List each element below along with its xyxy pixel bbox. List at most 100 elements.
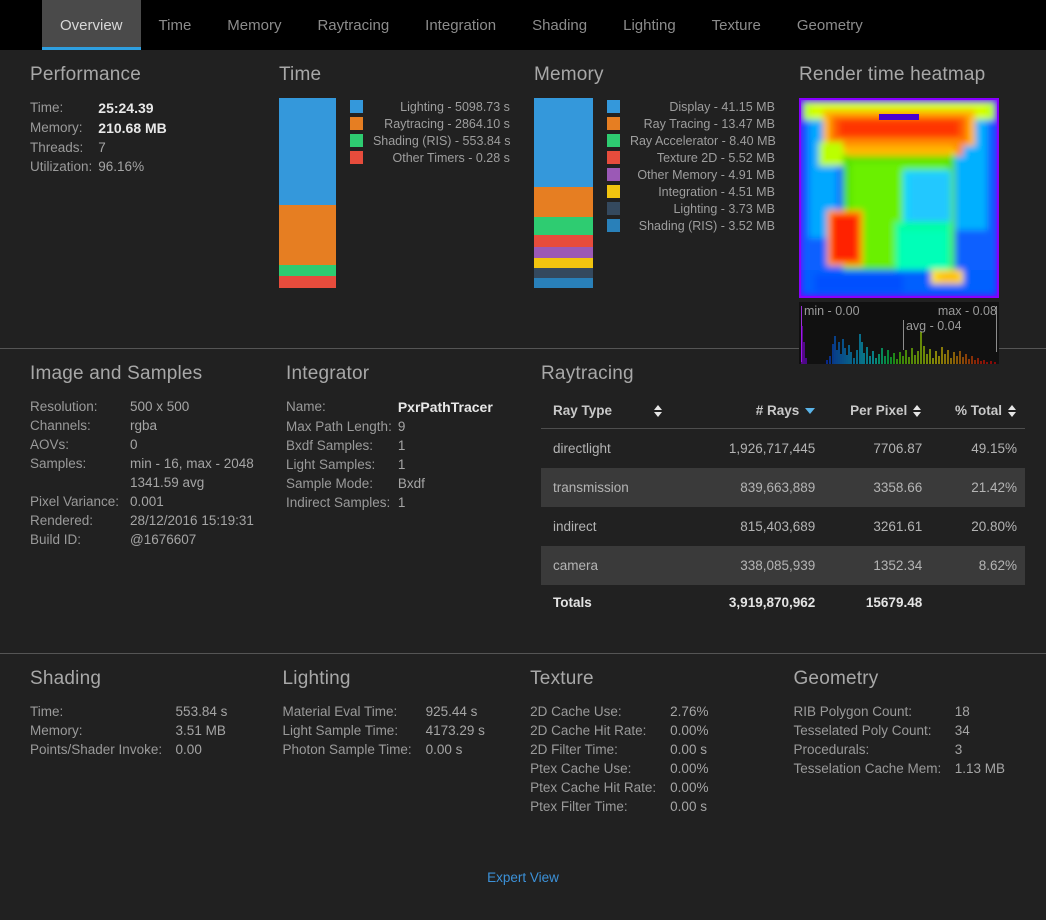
- legend-swatch-icon: [349, 134, 363, 147]
- memory-chart: Display - 41.15 MB Ray Tracing - 13.47 M…: [533, 98, 776, 288]
- integrator-title: Integrator: [286, 363, 370, 384]
- sort-both-icon[interactable]: [1008, 404, 1017, 417]
- legend-item: Ray Accelerator - 8.40 MB: [606, 132, 776, 149]
- table-row[interactable]: camera 338,085,939 1352.34 8.62%: [541, 546, 1025, 585]
- field-value: 1.13 MB: [954, 761, 1006, 776]
- tab-geometry[interactable]: Geometry: [779, 0, 881, 50]
- column-header-per-pixel[interactable]: Per Pixel: [823, 397, 931, 429]
- legend-swatch-icon: [349, 100, 363, 113]
- tab-label: Geometry: [796, 16, 863, 34]
- memory-segment-ray-accelerator: [533, 216, 593, 236]
- row-pixel-variance: Pixel Variance: 0.001: [30, 492, 254, 511]
- field-key: Channels:: [30, 418, 91, 433]
- field-key: Photon Sample Time:: [282, 742, 412, 757]
- table-row[interactable]: transmission 839,663,889 3358.66 21.42%: [541, 468, 1025, 507]
- row-samples-avg: 1341.59 avg: [30, 473, 254, 492]
- time-title: Time: [278, 64, 322, 85]
- row-bxdf-samples: Bxdf Samples: 1: [286, 436, 493, 455]
- field-value: rgba: [130, 418, 158, 433]
- legend-swatch-icon: [349, 117, 363, 130]
- memory-segment-texture2d: [533, 235, 593, 248]
- histogram-min-label: min - 0.00: [803, 304, 860, 318]
- tab-lighting[interactable]: Lighting: [605, 0, 694, 50]
- field-value: 925.44 s: [425, 704, 478, 719]
- performance-value: 7: [98, 140, 106, 155]
- field-value: 2.76%: [670, 704, 709, 719]
- legend-item: Integration - 4.51 MB: [606, 183, 775, 200]
- field-value: 0: [130, 437, 138, 452]
- row-ptex-filter-time: Ptex Filter Time: 0.00 s: [530, 797, 740, 816]
- table-header-row: Ray Type # Rays Per Pixel % Total: [541, 397, 1025, 429]
- tab-integration[interactable]: Integration: [407, 0, 514, 50]
- field-key: Ptex Filter Time:: [530, 799, 628, 814]
- memory-segment-other: [533, 247, 593, 259]
- field-value: 1: [397, 457, 406, 472]
- time-chart: Lighting - 5098.73 s Raytracing - 2864.1…: [278, 98, 511, 288]
- tab-label: Raytracing: [317, 16, 390, 34]
- heatmap-histogram: min - 0.00 max - 0.08 avg - 0.04: [798, 302, 999, 364]
- raytracing-panel: Raytracing Ray Type # Rays Per Pixel % T…: [527, 349, 1026, 653]
- cell-rays: 815,403,689: [740, 519, 816, 534]
- performance-row-memory: Memory: 210.68 MB: [30, 118, 167, 138]
- cell-ray-type: indirect: [553, 519, 597, 534]
- lighting-title: Lighting: [282, 668, 351, 689]
- field-value: 0.00 s: [670, 742, 707, 757]
- sort-control[interactable]: # Rays: [756, 403, 816, 418]
- legend-swatch-icon: [606, 202, 620, 215]
- field-value: 3: [954, 742, 963, 757]
- field-key: 2D Filter Time:: [530, 742, 618, 757]
- sort-control[interactable]: Per Pixel: [850, 403, 922, 418]
- legend-swatch-icon: [606, 117, 620, 130]
- sort-both-icon[interactable]: [913, 404, 922, 417]
- time-panel: Time Lighting - 5098.73 s Raytracing - 2…: [265, 50, 520, 348]
- field-value: 553.84 s: [175, 704, 228, 719]
- field-value: 0.00%: [670, 780, 709, 795]
- tab-label: Lighting: [623, 16, 676, 34]
- sort-control[interactable]: Ray Type: [553, 403, 663, 418]
- performance-key: Threads:: [30, 140, 84, 155]
- tab-shading[interactable]: Shading: [514, 0, 605, 50]
- tab-memory[interactable]: Memory: [209, 0, 299, 50]
- legend-item: Raytracing - 2864.10 s: [349, 115, 510, 132]
- expert-view-link[interactable]: Expert View: [487, 870, 559, 885]
- field-key: Resolution:: [30, 399, 98, 414]
- performance-row-threads: Threads: 7: [30, 138, 167, 157]
- column-header-ray-type[interactable]: Ray Type: [541, 397, 699, 429]
- raytracing-table: Ray Type # Rays Per Pixel % Total direct…: [541, 397, 1025, 622]
- tab-overview[interactable]: Overview: [42, 0, 141, 50]
- field-key: AOVs:: [30, 437, 70, 452]
- column-header-rays[interactable]: # Rays: [698, 397, 824, 429]
- tab-time[interactable]: Time: [141, 0, 210, 50]
- legend-label: Other Memory - 4.91 MB: [637, 167, 775, 182]
- row-procedurals: Procedurals: 3: [793, 740, 1020, 759]
- cell-ray-type: transmission: [553, 480, 629, 495]
- field-key: Points/Shader Invoke:: [30, 742, 163, 757]
- tab-texture[interactable]: Texture: [694, 0, 779, 50]
- integrator-table: Name: PxrPathTracer Max Path Length: 9 B…: [286, 397, 493, 512]
- row-rib-polygon-count: RIB Polygon Count: 18: [793, 702, 1020, 721]
- histogram-bars: [801, 326, 996, 364]
- field-value: PxrPathTracer: [397, 399, 493, 415]
- column-header-pct-total[interactable]: % Total: [930, 397, 1025, 429]
- legend-item: Shading (RIS) - 3.52 MB: [606, 217, 775, 234]
- tab-label: Shading: [532, 16, 588, 34]
- time-segment-other: [278, 276, 336, 288]
- geometry-panel: Geometry RIB Polygon Count: 18 Tesselate…: [779, 654, 1030, 863]
- table-totals-row: Totals 3,919,870,962 15679.48: [541, 585, 1025, 622]
- tab-raytracing[interactable]: Raytracing: [299, 0, 407, 50]
- cell-pct-total: 20.80%: [971, 519, 1017, 534]
- sort-control[interactable]: % Total: [955, 403, 1017, 418]
- tab-label: Integration: [425, 16, 497, 34]
- performance-key: Time:: [30, 100, 64, 115]
- table-row[interactable]: indirect 815,403,689 3261.61 20.80%: [541, 507, 1025, 546]
- field-key: Tesselation Cache Mem:: [793, 761, 942, 776]
- raytracing-title: Raytracing: [541, 363, 634, 384]
- memory-title: Memory: [533, 64, 604, 85]
- sort-both-icon[interactable]: [654, 404, 663, 417]
- cell-rays: 839,663,889: [740, 480, 816, 495]
- row-tesselation-cache-mem: Tesselation Cache Mem: 1.13 MB: [793, 759, 1020, 778]
- sort-descending-icon[interactable]: [805, 407, 816, 414]
- table-row[interactable]: directlight 1,926,717,445 7706.87 49.15%: [541, 429, 1025, 469]
- field-key: Name:: [286, 399, 326, 414]
- memory-segment-integration: [533, 258, 593, 269]
